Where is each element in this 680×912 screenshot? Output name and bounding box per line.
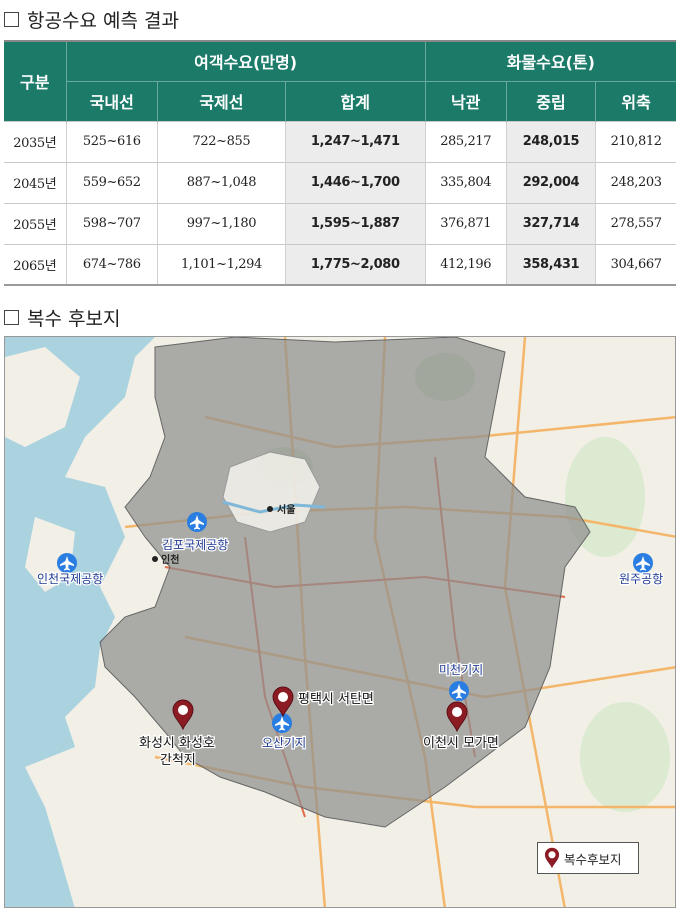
forest-area bbox=[580, 702, 670, 812]
table-cell: 598~707 bbox=[65, 202, 158, 244]
table-row: 2035년 525~616 722~855 1,247~1,471 285,21… bbox=[4, 120, 676, 162]
checkbox-square-icon bbox=[4, 12, 19, 27]
table-cell: 304,667 bbox=[595, 243, 676, 286]
table-cell: 376,871 bbox=[424, 202, 507, 244]
table-cell: 412,196 bbox=[424, 243, 507, 286]
airport-label-gimpo: 김포국제공항 bbox=[162, 538, 228, 552]
city-label-seoul: 서울 bbox=[277, 503, 295, 516]
map-canvas: 서울 인천 김포국제공항 인천국제공항 원주공항 오산기지 미천기지 평택시 서… bbox=[5, 337, 675, 907]
table-cell: 248,203 bbox=[595, 161, 676, 203]
header-total: 합계 bbox=[284, 81, 426, 121]
table-cell: 327,714 bbox=[505, 202, 596, 244]
candidate-map: 서울 인천 김포국제공항 인천국제공항 원주공항 오산기지 미천기지 평택시 서… bbox=[4, 336, 676, 908]
airport-gimpo-icon bbox=[187, 512, 207, 532]
airport-label-osan: 오산기지 bbox=[262, 736, 306, 750]
table-cell: 1,247~1,471 bbox=[284, 120, 426, 162]
table-cell: 674~786 bbox=[65, 243, 158, 286]
airport-osan-icon bbox=[272, 713, 292, 733]
map-legend: 복수후보지 bbox=[537, 842, 639, 874]
table-cell: 997~1,180 bbox=[157, 202, 286, 244]
header-pessimistic: 위축 bbox=[595, 81, 676, 121]
pin-icon bbox=[544, 847, 560, 869]
header-corner: 구분 bbox=[4, 40, 67, 121]
seoul-dot bbox=[267, 506, 273, 512]
table-cell: 210,812 bbox=[595, 120, 676, 162]
table-cell: 887~1,048 bbox=[157, 161, 286, 203]
table-cell: 2055년 bbox=[4, 202, 66, 244]
table-cell: 2065년 bbox=[4, 243, 66, 286]
table-cell: 1,101~1,294 bbox=[157, 243, 286, 286]
table-cell: 285,217 bbox=[424, 120, 507, 162]
checkbox-square-icon bbox=[4, 310, 19, 325]
header-optimistic: 낙관 bbox=[424, 81, 507, 121]
airport-wonju-icon bbox=[633, 553, 653, 573]
city-label-incheon: 인천 bbox=[161, 553, 179, 566]
table-cell: 292,004 bbox=[505, 161, 596, 203]
legend-label: 복수후보지 bbox=[564, 851, 622, 867]
table-cell: 335,804 bbox=[424, 161, 507, 203]
candidate-label-icheon: 이천시 모가면 bbox=[423, 736, 499, 751]
airport-icheon-icon bbox=[449, 681, 469, 701]
table-cell: 358,431 bbox=[505, 243, 596, 286]
table-cell: 2035년 bbox=[4, 120, 66, 162]
section-heading-candidates: 복수 후보지 bbox=[4, 304, 120, 331]
table-row: 2045년 559~652 887~1,048 1,446~1,700 335,… bbox=[4, 161, 676, 203]
candidate-label-hwaseong: 화성시 화성호 bbox=[139, 736, 215, 751]
airport-incheon-icon bbox=[57, 553, 77, 573]
table-cell: 278,557 bbox=[595, 202, 676, 244]
table-cell: 559~652 bbox=[65, 161, 158, 203]
candidate-label-hwaseong-2: 간척지 bbox=[160, 753, 196, 768]
table-row: 2065년 674~786 1,101~1,294 1,775~2,080 41… bbox=[4, 243, 676, 286]
airport-label-incheon: 인천국제공항 bbox=[37, 571, 103, 586]
table-cell: 1,775~2,080 bbox=[284, 243, 426, 286]
demand-table: 구분 여객수요(만명) 화물수요(톤) 국내선 국제선 합계 낙관 중립 위축 … bbox=[4, 40, 676, 286]
table-cell: 1,446~1,700 bbox=[284, 161, 426, 203]
airport-label-icheon: 미천기지 bbox=[439, 662, 483, 677]
seoul-area bbox=[222, 451, 321, 533]
table-row: 2055년 598~707 997~1,180 1,595~1,887 376,… bbox=[4, 202, 676, 244]
table-cell: 248,015 bbox=[505, 120, 596, 162]
header-cargo: 화물수요(톤) bbox=[424, 40, 676, 82]
header-international: 국제선 bbox=[157, 81, 286, 121]
section-title: 복수 후보지 bbox=[27, 308, 121, 330]
header-neutral: 중립 bbox=[505, 81, 596, 121]
section-heading-demand: 항공수요 예측 결과 bbox=[4, 6, 179, 33]
header-passenger: 여객수요(만명) bbox=[65, 40, 426, 82]
table-cell: 1,595~1,887 bbox=[284, 202, 426, 244]
table-cell: 722~855 bbox=[157, 120, 286, 162]
airport-label-wonju: 원주공항 bbox=[619, 572, 663, 586]
candidate-label-pyeongtaek: 평택시 서탄면 bbox=[298, 692, 374, 707]
table-cell: 2045년 bbox=[4, 161, 66, 203]
header-domestic: 국내선 bbox=[65, 81, 158, 121]
section-title: 항공수요 예측 결과 bbox=[27, 10, 179, 32]
incheon-dot bbox=[152, 556, 158, 562]
table-cell: 525~616 bbox=[65, 120, 158, 162]
